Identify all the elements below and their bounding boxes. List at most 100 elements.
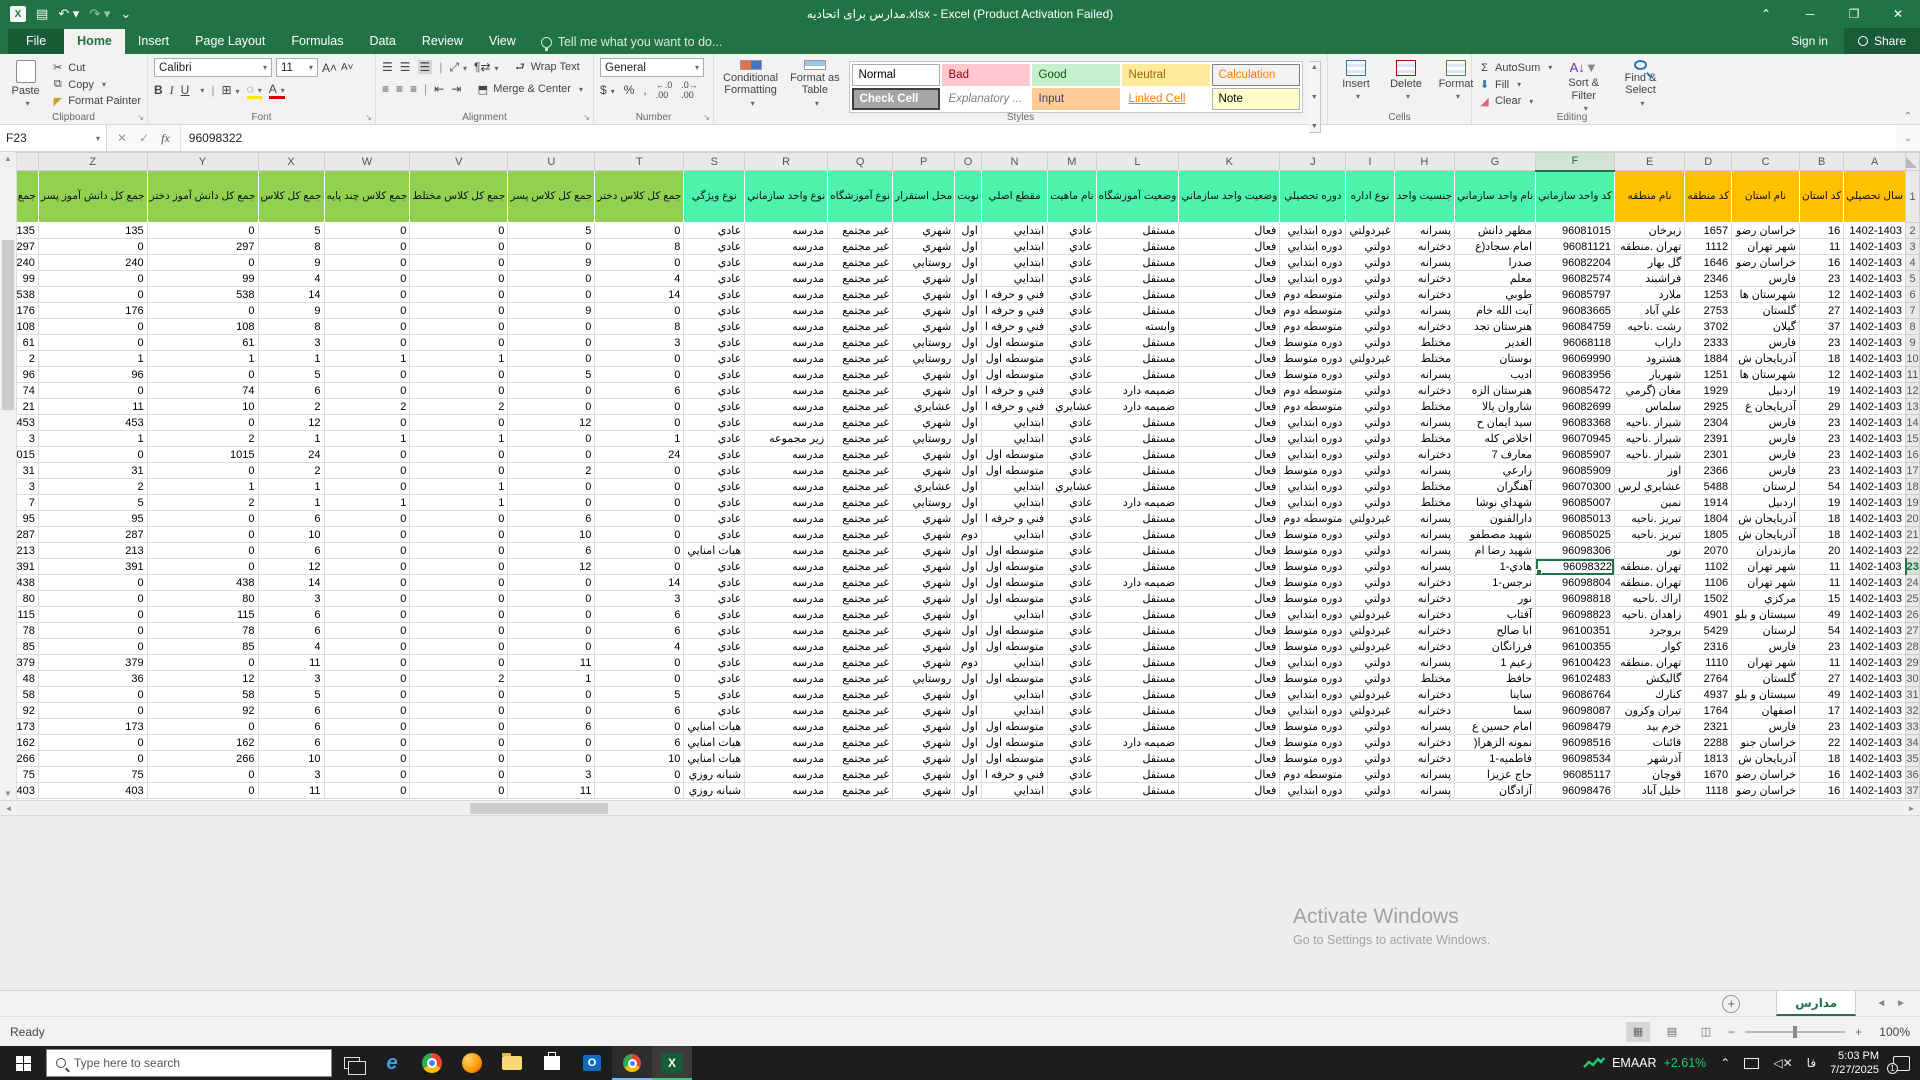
cell-J37[interactable]: دوره ابتدايي bbox=[1280, 783, 1346, 799]
expand-formula-bar-icon[interactable]: ⌄ bbox=[1896, 125, 1920, 151]
cell-S2[interactable]: عادي bbox=[684, 223, 745, 239]
row-header-21[interactable]: 21 bbox=[1906, 527, 1920, 543]
cell-U9[interactable]: 0 bbox=[508, 335, 595, 351]
fill-button[interactable]: ⬇Fill▾ bbox=[1478, 78, 1552, 92]
cell-S34[interactable]: هيات امنايي bbox=[684, 735, 745, 751]
cell-S16[interactable]: عادي bbox=[684, 447, 745, 463]
cell-F30[interactable]: 96102483 bbox=[1536, 671, 1615, 687]
cell-U13[interactable]: 0 bbox=[508, 399, 595, 415]
cell-I6[interactable]: دولتي bbox=[1346, 287, 1394, 303]
cell-U8[interactable]: 0 bbox=[508, 319, 595, 335]
cell-F14[interactable]: 96083368 bbox=[1536, 415, 1615, 431]
cell-U7[interactable]: 9 bbox=[508, 303, 595, 319]
cell-T16[interactable]: 24 bbox=[595, 447, 684, 463]
cell-D8[interactable]: 3702 bbox=[1685, 319, 1732, 335]
cell-F15[interactable]: 96070945 bbox=[1536, 431, 1615, 447]
cell-M17[interactable]: عادي bbox=[1048, 463, 1096, 479]
cell-R14[interactable]: مدرسه bbox=[745, 415, 828, 431]
cell-X25[interactable]: 3 bbox=[258, 591, 324, 607]
cell-D10[interactable]: 1884 bbox=[1685, 351, 1732, 367]
row-header-28[interactable]: 28 bbox=[1906, 639, 1920, 655]
cell-A29[interactable]: 1402-1403 bbox=[1844, 655, 1906, 671]
row-header-5[interactable]: 5 bbox=[1906, 271, 1920, 287]
column-header-S[interactable]: S bbox=[684, 153, 745, 171]
column-header-Y[interactable]: Y bbox=[147, 153, 258, 171]
cell-I23[interactable]: دولتي bbox=[1346, 559, 1394, 575]
cell-S33[interactable]: هيات امنايي bbox=[684, 719, 745, 735]
sort-filter-button[interactable]: A↓▼ Sort & Filter▾ bbox=[1558, 58, 1609, 108]
cell-D21[interactable]: 1805 bbox=[1685, 527, 1732, 543]
cell-L30[interactable]: مستقل bbox=[1096, 671, 1179, 687]
row-header-17[interactable]: 17 bbox=[1906, 463, 1920, 479]
cell-M36[interactable]: عادي bbox=[1048, 767, 1096, 783]
cell-S10[interactable]: عادي bbox=[684, 351, 745, 367]
clipboard-dialog-launcher[interactable]: ↘ bbox=[137, 113, 144, 122]
cell-D13[interactable]: 2925 bbox=[1685, 399, 1732, 415]
cell-X4[interactable]: 9 bbox=[258, 255, 324, 271]
cell-E12[interactable]: مغان (گرمي bbox=[1614, 383, 1684, 399]
cell-A21[interactable]: 1402-1403 bbox=[1844, 527, 1906, 543]
underline-button[interactable]: U bbox=[181, 83, 190, 97]
cell-B23[interactable]: 11 bbox=[1800, 559, 1844, 575]
decrease-indent-icon[interactable]: ⇤ bbox=[434, 82, 444, 96]
cell-R12[interactable]: مدرسه bbox=[745, 383, 828, 399]
ribbon-tab-insert[interactable]: Insert bbox=[125, 29, 182, 54]
cell-J19[interactable]: دوره ابتدايي bbox=[1280, 495, 1346, 511]
cell-N19[interactable]: ابتدايي bbox=[981, 495, 1047, 511]
cell-AA19[interactable]: 7 bbox=[17, 495, 38, 511]
cell-W37[interactable]: 0 bbox=[324, 783, 410, 799]
cell-L4[interactable]: مستقل bbox=[1096, 255, 1179, 271]
enter-formula-icon[interactable]: ✓ bbox=[139, 131, 149, 145]
cell-Z12[interactable]: 0 bbox=[38, 383, 147, 399]
cell-style-note[interactable]: Note bbox=[1212, 88, 1300, 110]
cell-Y30[interactable]: 12 bbox=[147, 671, 258, 687]
cell-P25[interactable]: شهري bbox=[893, 591, 955, 607]
cell-Y29[interactable]: 0 bbox=[147, 655, 258, 671]
cell-P33[interactable]: شهري bbox=[893, 719, 955, 735]
cell-U32[interactable]: 0 bbox=[508, 703, 595, 719]
cell-L16[interactable]: مستقل bbox=[1096, 447, 1179, 463]
cell-M13[interactable]: عشايري bbox=[1048, 399, 1096, 415]
cell-M26[interactable]: عادي bbox=[1048, 607, 1096, 623]
cell-Y7[interactable]: 0 bbox=[147, 303, 258, 319]
cell-I20[interactable]: غيردولتي bbox=[1346, 511, 1394, 527]
cell-AA5[interactable]: 99 bbox=[17, 271, 38, 287]
cell-H29[interactable]: پسرانه bbox=[1394, 655, 1454, 671]
ribbon-tab-data[interactable]: Data bbox=[356, 29, 408, 54]
cell-X22[interactable]: 6 bbox=[258, 543, 324, 559]
cell-O10[interactable]: اول bbox=[955, 351, 982, 367]
cell-N28[interactable]: متوسطه اول bbox=[981, 639, 1047, 655]
cell-P12[interactable]: شهري bbox=[893, 383, 955, 399]
cell-AA29[interactable]: 379 bbox=[17, 655, 38, 671]
cell-Q27[interactable]: غير مجتمع bbox=[828, 623, 893, 639]
cell-AA35[interactable]: 266 bbox=[17, 751, 38, 767]
cell-U5[interactable]: 0 bbox=[508, 271, 595, 287]
cell-A1[interactable]: سال تحصيلي bbox=[1844, 171, 1906, 223]
cell-F17[interactable]: 96085909 bbox=[1536, 463, 1615, 479]
cell-S4[interactable]: عادي bbox=[684, 255, 745, 271]
autosum-button[interactable]: ΣAutoSum▾ bbox=[1478, 61, 1552, 75]
task-view-button[interactable] bbox=[332, 1046, 372, 1080]
increase-decimal-button[interactable]: ←.0.00 bbox=[656, 80, 673, 100]
cell-W14[interactable]: 0 bbox=[324, 415, 410, 431]
cell-O13[interactable]: اول bbox=[955, 399, 982, 415]
sign-in-link[interactable]: Sign in bbox=[1775, 34, 1844, 48]
cell-P1[interactable]: محل استقرار bbox=[893, 171, 955, 223]
cell-AA21[interactable]: 287 bbox=[17, 527, 38, 543]
cell-B8[interactable]: 37 bbox=[1800, 319, 1844, 335]
cell-X6[interactable]: 14 bbox=[258, 287, 324, 303]
cell-F4[interactable]: 96082204 bbox=[1536, 255, 1615, 271]
format-painter-button[interactable]: ◤Format Painter bbox=[51, 94, 141, 108]
cell-O5[interactable]: اول bbox=[955, 271, 982, 287]
cell-M12[interactable]: عادي bbox=[1048, 383, 1096, 399]
cell-S3[interactable]: عادي bbox=[684, 239, 745, 255]
cell-AA22[interactable]: 213 bbox=[17, 543, 38, 559]
cell-E31[interactable]: كنارك bbox=[1614, 687, 1684, 703]
cell-H8[interactable]: دخترانه bbox=[1394, 319, 1454, 335]
cell-O36[interactable]: اول bbox=[955, 767, 982, 783]
cell-W21[interactable]: 0 bbox=[324, 527, 410, 543]
row-header-15[interactable]: 15 bbox=[1906, 431, 1920, 447]
cell-O37[interactable]: اول bbox=[955, 783, 982, 799]
cell-E33[interactable]: خرم بيد bbox=[1614, 719, 1684, 735]
cell-P31[interactable]: شهري bbox=[893, 687, 955, 703]
